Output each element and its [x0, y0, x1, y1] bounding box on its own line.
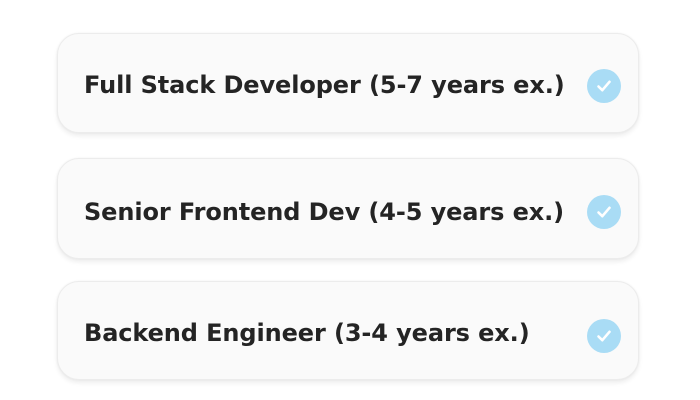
option-label: Backend Engineer (3-4 years ex.): [84, 319, 530, 347]
option-label: Senior Frontend Dev (4-5 years ex.): [84, 198, 565, 226]
checkmark-icon: [597, 80, 611, 92]
role-option-list: Full Stack Developer (5-7 years ex.) Sen…: [0, 0, 700, 400]
option-label: Full Stack Developer (5-7 years ex.): [84, 71, 565, 99]
option-card-full-stack-developer[interactable]: Full Stack Developer (5-7 years ex.): [57, 33, 639, 133]
check-circle-icon[interactable]: [587, 195, 621, 229]
option-card-backend-engineer[interactable]: Backend Engineer (3-4 years ex.): [57, 281, 639, 380]
checkmark-icon: [597, 330, 611, 342]
checkmark-icon: [597, 206, 611, 218]
check-circle-icon[interactable]: [587, 319, 621, 353]
option-card-senior-frontend-dev[interactable]: Senior Frontend Dev (4-5 years ex.): [57, 158, 639, 259]
check-circle-icon[interactable]: [587, 69, 621, 103]
